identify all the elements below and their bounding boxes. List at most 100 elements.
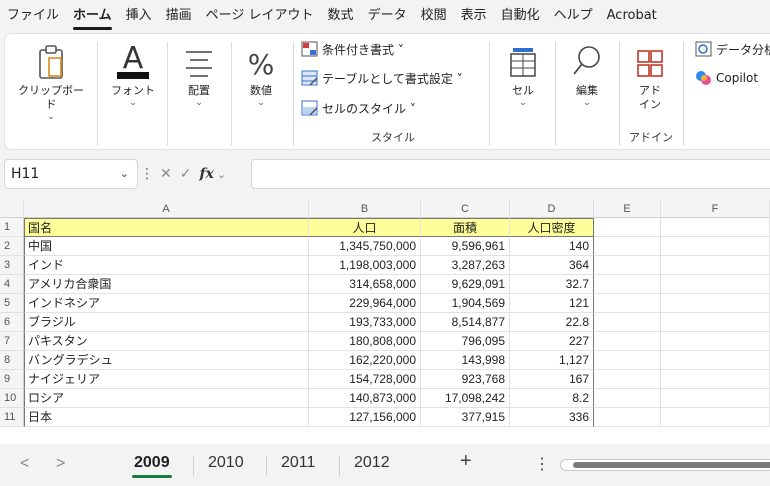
column-header-d[interactable]: D xyxy=(510,200,594,218)
table-cell[interactable]: 180,808,000 xyxy=(309,332,421,351)
row-header[interactable]: 2 xyxy=(0,237,24,256)
table-cell[interactable]: 1,127 xyxy=(510,351,594,370)
format-as-table-button[interactable]: テーブルとして書式設定 ˅ xyxy=(301,67,463,89)
table-cell[interactable]: ブラジル xyxy=(24,313,309,332)
menu-help[interactable]: ヘルプ xyxy=(547,0,600,32)
data-analysis-button[interactable]: データ分析 xyxy=(695,38,770,60)
empty-cell[interactable] xyxy=(594,408,661,427)
empty-cell[interactable] xyxy=(594,294,661,313)
table-cell[interactable]: 1,345,750,000 xyxy=(309,237,421,256)
cell-styles-button[interactable]: セルのスタイル ˅ xyxy=(301,97,416,119)
insert-function-button[interactable]: fx xyxy=(199,166,213,182)
table-cell[interactable]: 377,915 xyxy=(421,408,510,427)
chevron-down-icon[interactable]: ⌄ xyxy=(217,168,226,181)
chevron-down-icon[interactable]: ⌄ xyxy=(120,160,129,188)
row-header[interactable]: 4 xyxy=(0,275,24,294)
empty-cell[interactable] xyxy=(594,256,661,275)
empty-cell[interactable] xyxy=(594,313,661,332)
menu-view[interactable]: 表示 xyxy=(454,0,494,32)
table-cell[interactable]: 193,733,000 xyxy=(309,313,421,332)
table-header-cell[interactable]: 国名 xyxy=(24,218,309,237)
table-cell[interactable]: 8.2 xyxy=(510,389,594,408)
table-cell[interactable]: 日本 xyxy=(24,408,309,427)
scrollbar-thumb[interactable] xyxy=(573,462,770,468)
sheet-tab-2009[interactable]: 2009 xyxy=(132,454,172,478)
empty-cell[interactable] xyxy=(594,389,661,408)
addins-button[interactable]: アド イン xyxy=(623,38,677,122)
row-header[interactable]: 10 xyxy=(0,389,24,408)
table-cell[interactable]: 154,728,000 xyxy=(309,370,421,389)
row-header[interactable]: 7 xyxy=(0,332,24,351)
empty-cell[interactable] xyxy=(661,408,770,427)
table-cell[interactable]: 17,098,242 xyxy=(421,389,510,408)
table-cell[interactable]: 162,220,000 xyxy=(309,351,421,370)
table-cell[interactable]: 1,904,569 xyxy=(421,294,510,313)
table-cell[interactable]: 167 xyxy=(510,370,594,389)
empty-cell[interactable] xyxy=(661,256,770,275)
menu-acrobat[interactable]: Acrobat xyxy=(600,0,664,32)
clipboard-button[interactable]: クリップボード ⌄ xyxy=(13,38,89,122)
table-cell[interactable]: 140,873,000 xyxy=(309,389,421,408)
table-cell[interactable]: 143,998 xyxy=(421,351,510,370)
row-header[interactable]: 3 xyxy=(0,256,24,275)
column-header-f[interactable]: F xyxy=(661,200,770,218)
empty-cell[interactable] xyxy=(594,275,661,294)
empty-cell[interactable] xyxy=(594,237,661,256)
name-box[interactable]: H11 ⌄ xyxy=(4,159,138,189)
table-cell[interactable]: 127,156,000 xyxy=(309,408,421,427)
empty-cell[interactable] xyxy=(661,275,770,294)
row-header[interactable]: 11 xyxy=(0,408,24,427)
empty-cell[interactable] xyxy=(661,351,770,370)
table-cell[interactable]: インド xyxy=(24,256,309,275)
table-cell[interactable]: インドネシア xyxy=(24,294,309,313)
empty-cell[interactable] xyxy=(661,218,770,237)
row-header[interactable]: 5 xyxy=(0,294,24,313)
menu-page-layout[interactable]: ページ レイアウト xyxy=(199,0,321,32)
empty-cell[interactable] xyxy=(661,332,770,351)
row-header[interactable]: 1 xyxy=(0,218,24,237)
table-cell[interactable]: 中国 xyxy=(24,237,309,256)
table-cell[interactable]: 140 xyxy=(510,237,594,256)
number-format-button[interactable]: % 数値 ⌄ xyxy=(231,38,291,122)
table-cell[interactable]: 9,596,961 xyxy=(421,237,510,256)
row-header[interactable]: 9 xyxy=(0,370,24,389)
add-sheet-button[interactable]: + xyxy=(460,450,472,473)
empty-cell[interactable] xyxy=(594,332,661,351)
sheet-tab-2012[interactable]: 2012 xyxy=(354,454,390,472)
table-cell[interactable]: 3,287,263 xyxy=(421,256,510,275)
more-options-icon[interactable]: ⋮ xyxy=(534,454,550,474)
table-cell[interactable]: パキスタン xyxy=(24,332,309,351)
empty-cell[interactable] xyxy=(661,389,770,408)
chevron-right-icon[interactable]: > xyxy=(56,455,65,473)
copilot-button[interactable]: Copilot xyxy=(695,67,758,89)
cells-button[interactable]: セル ⌄ xyxy=(493,38,553,122)
table-cell[interactable]: 121 xyxy=(510,294,594,313)
check-icon[interactable]: ✓ xyxy=(180,166,192,182)
table-cell[interactable]: ロシア xyxy=(24,389,309,408)
table-cell[interactable]: 8,514,877 xyxy=(421,313,510,332)
menu-file[interactable]: ファイル xyxy=(0,0,66,32)
table-cell[interactable]: 796,095 xyxy=(421,332,510,351)
table-cell[interactable]: 9,629,091 xyxy=(421,275,510,294)
menu-home[interactable]: ホーム xyxy=(66,0,119,32)
column-header-a[interactable]: A xyxy=(24,200,309,218)
empty-cell[interactable] xyxy=(661,237,770,256)
table-cell[interactable]: 364 xyxy=(510,256,594,275)
formula-input[interactable] xyxy=(251,159,770,189)
menu-insert[interactable]: 挿入 xyxy=(119,0,159,32)
table-cell[interactable]: 227 xyxy=(510,332,594,351)
table-header-cell[interactable]: 人口 xyxy=(309,218,421,237)
menu-draw[interactable]: 描画 xyxy=(159,0,199,32)
table-header-cell[interactable]: 面積 xyxy=(421,218,510,237)
table-cell[interactable]: 229,964,000 xyxy=(309,294,421,313)
font-button[interactable]: A フォント ⌄ xyxy=(103,38,163,122)
horizontal-scrollbar[interactable] xyxy=(560,459,770,471)
menu-automate[interactable]: 自動化 xyxy=(494,0,547,32)
empty-cell[interactable] xyxy=(661,294,770,313)
column-header-b[interactable]: B xyxy=(309,200,421,218)
chevron-left-icon[interactable]: < xyxy=(20,455,29,473)
table-cell[interactable]: 923,768 xyxy=(421,370,510,389)
sheet-tab-2010[interactable]: 2010 xyxy=(208,454,244,472)
menu-formulas[interactable]: 数式 xyxy=(321,0,361,32)
table-header-cell[interactable]: 人口密度 xyxy=(510,218,594,237)
